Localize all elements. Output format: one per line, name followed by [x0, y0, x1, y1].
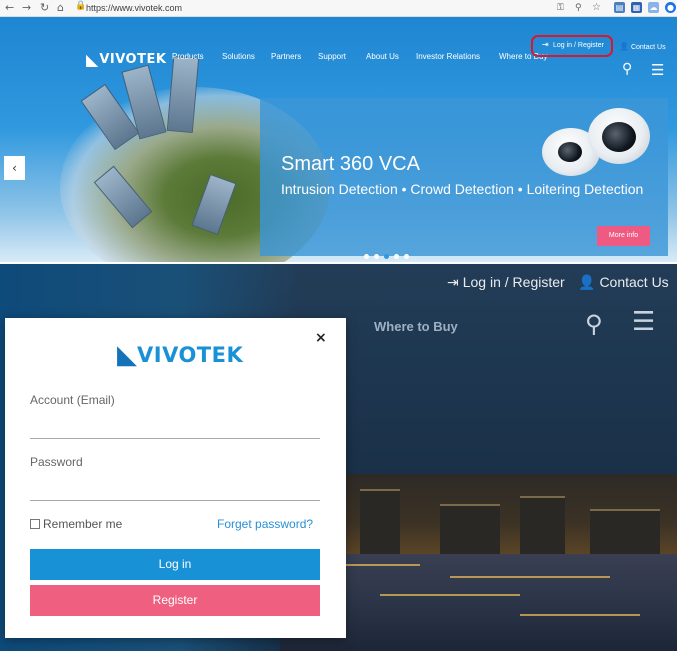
- address-bar[interactable]: https://www.vivotek.com: [86, 2, 182, 14]
- nav-item-support[interactable]: Support: [318, 52, 346, 61]
- login-icon: ⇥: [447, 275, 459, 291]
- previous-slide-button[interactable]: ‹: [4, 156, 25, 180]
- browser-toolbar: ← → ↻ ⌂ 🔒 https://www.vivotek.com ⚿ ⚲ ☆ …: [0, 0, 677, 17]
- promo-subtitle: Intrusion Detection • Crowd Detection • …: [281, 181, 644, 197]
- contact-us-link[interactable]: 👤 Contact Us: [619, 42, 666, 51]
- extension-icon[interactable]: ▤: [614, 2, 625, 13]
- nav-item-investor-relations[interactable]: Investor Relations: [416, 52, 480, 61]
- slide-dot[interactable]: [404, 254, 409, 259]
- promo-title: Smart 360 VCA: [281, 153, 420, 175]
- homepage-screenshot: ← → ↻ ⌂ 🔒 https://www.vivotek.com ⚿ ⚲ ☆ …: [0, 0, 677, 262]
- zoom-icon[interactable]: ⚲: [575, 1, 582, 15]
- key-icon[interactable]: ⚿: [557, 1, 564, 15]
- building-image: [590, 509, 660, 554]
- login-modal: × ◣ VIVOTEK Account (Email) Password Rem…: [5, 318, 346, 638]
- promo-panel: Smart 360 VCA Intrusion Detection • Crow…: [260, 98, 668, 256]
- background-login-register-link[interactable]: ⇥ Log in / Register: [447, 274, 565, 291]
- login-icon: ⇥: [542, 40, 549, 49]
- reload-icon[interactable]: ↻: [40, 1, 49, 15]
- password-label: Password: [30, 455, 83, 469]
- light-reflection: [520, 614, 640, 616]
- camera-image: [588, 108, 650, 164]
- slide-dot[interactable]: [364, 254, 369, 259]
- account-label: Account (Email): [30, 393, 115, 407]
- slide-dot[interactable]: [374, 254, 379, 259]
- menu-icon[interactable]: ☰: [651, 61, 664, 79]
- login-button[interactable]: Log in: [30, 549, 320, 580]
- arrow-left-icon[interactable]: ←: [5, 1, 14, 15]
- menu-icon[interactable]: ☰: [632, 307, 655, 337]
- slide-indicators: [364, 254, 414, 260]
- nav-item-products[interactable]: Products: [172, 52, 204, 61]
- forgot-password-link[interactable]: Forget password?: [217, 517, 313, 531]
- close-icon[interactable]: ×: [315, 330, 327, 346]
- background-where-to-buy[interactable]: Where to Buy: [374, 319, 458, 334]
- extension-icon[interactable]: ☁: [648, 2, 659, 13]
- person-icon: 👤: [619, 42, 629, 51]
- extension-icon[interactable]: ▦: [631, 2, 642, 13]
- search-icon[interactable]: ⚲: [622, 61, 632, 77]
- profile-icon[interactable]: ●: [665, 2, 676, 13]
- star-icon[interactable]: ☆: [592, 1, 601, 15]
- vivotek-logo: ◣ VIVOTEK: [117, 340, 244, 370]
- nav-item-solutions[interactable]: Solutions: [222, 52, 255, 61]
- password-input[interactable]: [30, 500, 320, 501]
- arrow-right-icon[interactable]: →: [22, 1, 31, 15]
- more-info-button[interactable]: More info: [597, 226, 650, 246]
- slide-dot[interactable]: [394, 254, 399, 259]
- nav-item-partners[interactable]: Partners: [271, 52, 301, 61]
- register-button[interactable]: Register: [30, 585, 320, 616]
- remember-me-checkbox[interactable]: Remember me: [30, 517, 122, 531]
- light-reflection: [450, 576, 610, 578]
- account-input[interactable]: [30, 438, 320, 439]
- nav-item-about-us[interactable]: About Us: [366, 52, 399, 61]
- home-icon[interactable]: ⌂: [57, 1, 64, 15]
- lock-icon: 🔒: [75, 1, 87, 11]
- logo-icon: ◣: [117, 340, 137, 370]
- building-image: [520, 496, 565, 554]
- building-image: [360, 489, 400, 554]
- chevron-left-icon: ‹: [12, 161, 17, 175]
- hero-banner: ◣ VIVOTEK Products Solutions Partners Su…: [0, 17, 677, 262]
- login-register-link[interactable]: ⇥ Log in / Register: [531, 35, 613, 57]
- background-contact-us-link[interactable]: 👤 Contact Us: [578, 274, 669, 291]
- building-image: [440, 504, 500, 554]
- person-icon: 👤: [578, 275, 596, 291]
- slide-dot-active[interactable]: [384, 254, 389, 259]
- light-reflection: [380, 594, 520, 596]
- search-icon[interactable]: ⚲: [585, 310, 603, 338]
- checkbox-icon[interactable]: [30, 519, 40, 529]
